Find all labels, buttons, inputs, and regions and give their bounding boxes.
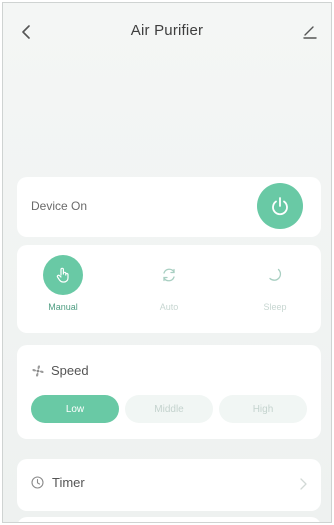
mode-sleep-label: Sleep	[263, 302, 287, 312]
app-screen: Air Purifier Device On Manual Auto Sleep…	[2, 2, 332, 523]
power-button[interactable]	[257, 183, 303, 229]
chevron-right-icon	[300, 478, 307, 490]
speed-header: Speed	[31, 363, 89, 378]
timer-chevron	[300, 477, 307, 495]
mode-card: Manual Auto Sleep	[17, 245, 321, 333]
timer-row[interactable]: Timer	[17, 459, 321, 511]
mode-auto-label: Auto	[159, 302, 179, 312]
speed-card: Speed Low Middle High	[17, 345, 321, 439]
power-icon	[272, 197, 288, 216]
mode-sleep[interactable]: Sleep	[245, 255, 305, 312]
mode-sleep-button[interactable]	[255, 255, 295, 295]
page-title: Air Purifier	[130, 21, 204, 39]
device-image-area	[3, 103, 331, 117]
chevron-left-icon	[22, 25, 30, 39]
device-status-label: Device On	[31, 199, 88, 213]
header-bar: Air Purifier	[3, 3, 331, 61]
edit-button[interactable]	[299, 21, 321, 43]
clock-icon	[31, 476, 44, 489]
auto-cycle-icon	[163, 268, 175, 282]
back-button[interactable]	[15, 21, 37, 43]
speed-middle-button[interactable]: Middle	[125, 395, 213, 423]
moon-icon	[269, 268, 282, 281]
mode-auto[interactable]: Auto	[139, 255, 199, 312]
fan-icon	[32, 364, 44, 377]
power-card: Device On	[17, 177, 321, 237]
mode-manual-button[interactable]	[43, 255, 83, 295]
mode-auto-button[interactable]	[149, 255, 189, 295]
mode-manual-label: Manual	[48, 302, 78, 312]
mode-manual[interactable]: Manual	[33, 255, 93, 312]
hand-pointer-icon	[56, 267, 69, 283]
timer-title: Timer	[52, 475, 85, 490]
speed-title: Speed	[51, 363, 89, 378]
pencil-icon	[303, 26, 317, 39]
next-card	[17, 517, 321, 522]
timer-header: Timer	[31, 475, 85, 490]
speed-low-button[interactable]: Low	[31, 395, 119, 423]
speed-high-button[interactable]: High	[219, 395, 307, 423]
